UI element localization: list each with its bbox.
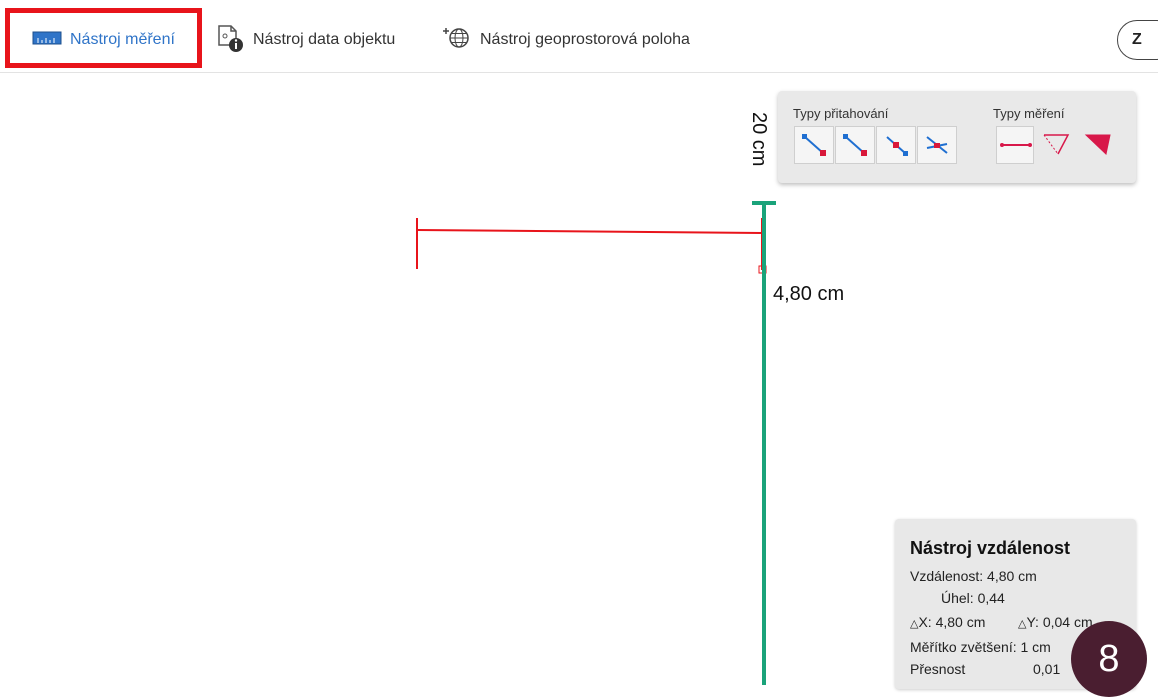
measure-angle-button[interactable] bbox=[1038, 126, 1076, 164]
info-distance: Vzdálenost: 4,80 cm bbox=[910, 568, 1037, 584]
red-measure-line bbox=[416, 229, 763, 234]
step-number-badge: 8 bbox=[1071, 621, 1147, 697]
snap-endpoint-button[interactable] bbox=[794, 126, 834, 164]
snap-point-icon bbox=[886, 136, 908, 156]
info-delta-y: △Y: 0,04 cm bbox=[1018, 614, 1093, 630]
snap-intersection-icon bbox=[926, 136, 948, 154]
snap-types-title: Typy přitahování bbox=[793, 106, 889, 121]
measure-area-icon bbox=[1084, 134, 1111, 155]
info-delta-x: △X: 4,80 cm bbox=[910, 614, 986, 630]
measure-area-button[interactable] bbox=[1080, 126, 1118, 164]
info-angle: Úhel: 0,44 bbox=[941, 590, 1005, 606]
measure-angle-icon bbox=[1043, 134, 1070, 155]
snap-point-button[interactable] bbox=[876, 126, 916, 164]
snap-midpoint-button[interactable] bbox=[835, 126, 875, 164]
info-precision-value: 0,01 bbox=[1033, 661, 1061, 677]
measure-options-panel: Typy přitahování Typy měření bbox=[778, 91, 1136, 183]
info-title: Nástroj vzdálenost bbox=[910, 538, 1071, 558]
measure-distance-icon bbox=[1000, 143, 1032, 147]
info-precision-label: Přesnost bbox=[910, 661, 966, 677]
snap-intersection-button[interactable] bbox=[917, 126, 957, 164]
snap-endpoint-icon bbox=[802, 134, 826, 156]
distance-measure-label: 4,80 cm bbox=[773, 283, 845, 305]
snap-midpoint-icon bbox=[843, 134, 867, 156]
measure-types-title: Typy měření bbox=[993, 106, 1065, 121]
vertical-measure-label: 20 cm bbox=[748, 112, 770, 167]
measure-distance-button[interactable] bbox=[996, 126, 1034, 164]
info-scale: Měřítko zvětšení: 1 cm bbox=[910, 639, 1051, 655]
